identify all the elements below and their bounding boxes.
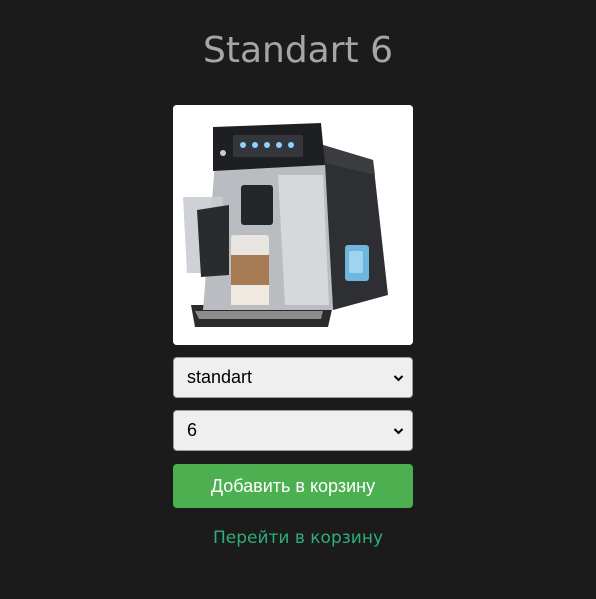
coffee-machine-image xyxy=(173,105,413,345)
size-select-value: 6 xyxy=(187,420,198,440)
chevron-down-icon xyxy=(393,428,404,435)
chevron-down-icon xyxy=(393,375,404,382)
add-to-cart-button[interactable]: Добавить в корзину xyxy=(173,464,413,508)
go-to-cart-link[interactable]: Перейти в корзину xyxy=(0,526,596,550)
product-image xyxy=(173,105,413,345)
page-title: Standart 6 xyxy=(202,30,394,71)
type-select[interactable]: standart xyxy=(173,357,413,398)
product-page: Standart 6 standart 6 Добавить в корзину… xyxy=(0,0,596,599)
type-select-value: standart xyxy=(187,367,253,387)
size-select[interactable]: 6 xyxy=(173,410,413,451)
